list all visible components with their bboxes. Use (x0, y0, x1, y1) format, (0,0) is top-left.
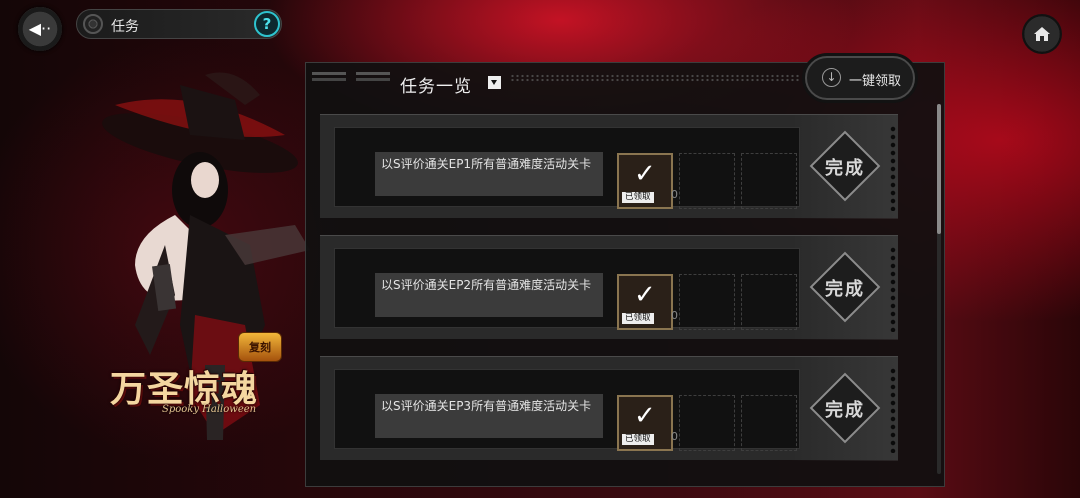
reward-slot-empty (679, 153, 735, 209)
film-perforation (890, 246, 896, 332)
reward-slot-empty (679, 274, 735, 330)
task-card: 以S评价通关EP1所有普通难度活动关卡 ✓ 已领取 0 (334, 127, 800, 209)
event-logo-subtitle: Spooky Halloween (162, 404, 257, 415)
event-logo: 复刻 万圣惊魂 Spooky Halloween (100, 330, 310, 425)
complete-label: 完成 (825, 158, 865, 179)
reward-count: 0 (671, 188, 678, 201)
task-row: 以S评价通关EP1所有普通难度活动关卡 ✓ 已领取 0 完成 (320, 114, 898, 219)
reward-slot-claimed[interactable]: ✓ 已领取 0 (617, 274, 678, 330)
help-button[interactable]: ? (254, 11, 280, 37)
reward-count: 0 (671, 309, 678, 322)
panel-title: 任务一览 (400, 77, 472, 97)
reward-slot-empty (741, 274, 797, 330)
page-title: 任务 (111, 19, 139, 35)
complete-stamp: 完成 (809, 251, 881, 323)
download-icon: ↓ (822, 68, 841, 87)
reward-slot-empty (679, 395, 735, 451)
task-card: 以S评价通关EP3所有普通难度活动关卡 ✓ 已领取 0 (334, 369, 800, 451)
claim-all-button[interactable]: ↓ 一键领取 (805, 56, 915, 100)
home-icon (1034, 27, 1050, 41)
dropdown-icon[interactable] (488, 76, 501, 89)
complete-stamp: 完成 (809, 130, 881, 202)
film-perforation (890, 367, 896, 453)
task-card: 以S评价通关EP2所有普通难度活动关卡 ✓ 已领取 0 (334, 248, 800, 330)
scrollbar-thumb[interactable] (937, 104, 941, 234)
film-perforation (890, 125, 896, 211)
back-button[interactable]: ◀·· (18, 7, 62, 51)
task-row: 以S评价通关EP2所有普通难度活动关卡 ✓ 已领取 0 完成 (320, 235, 898, 340)
checkmark-icon: ✓ (634, 401, 656, 431)
claimed-label: 已领取 (622, 192, 654, 203)
task-row: 以S评价通关EP3所有普通难度活动关卡 ✓ 已领取 0 完成 (320, 356, 898, 461)
panel-decoration (312, 72, 390, 81)
complete-stamp: 完成 (809, 372, 881, 444)
reward-slot-claimed[interactable]: ✓ 已领取 0 (617, 395, 678, 451)
claim-all-label: 一键领取 (849, 74, 902, 89)
complete-label: 完成 (825, 400, 865, 421)
task-description: 以S评价通关EP1所有普通难度活动关卡 (375, 152, 603, 196)
task-description: 以S评价通关EP2所有普通难度活动关卡 (375, 273, 603, 317)
reward-slot-claimed[interactable]: ✓ 已领取 0 (617, 153, 678, 209)
back-arrow-icon: ◀·· (28, 19, 52, 38)
reward-slot-empty (741, 395, 797, 451)
dotted-divider (510, 74, 800, 82)
reward-slot-empty (741, 153, 797, 209)
rerun-badge: 复刻 (238, 332, 282, 362)
claimed-label: 已领取 (622, 313, 654, 324)
checkmark-icon: ✓ (634, 280, 656, 310)
checkmark-icon: ✓ (634, 159, 656, 189)
task-description: 以S评价通关EP3所有普通难度活动关卡 (375, 394, 603, 438)
home-button[interactable] (1022, 14, 1062, 54)
reward-count: 0 (671, 430, 678, 443)
film-reel-icon (83, 14, 103, 34)
claimed-label: 已领取 (622, 434, 654, 445)
complete-label: 完成 (825, 279, 865, 300)
page-title-bar: 任务 (76, 9, 282, 39)
